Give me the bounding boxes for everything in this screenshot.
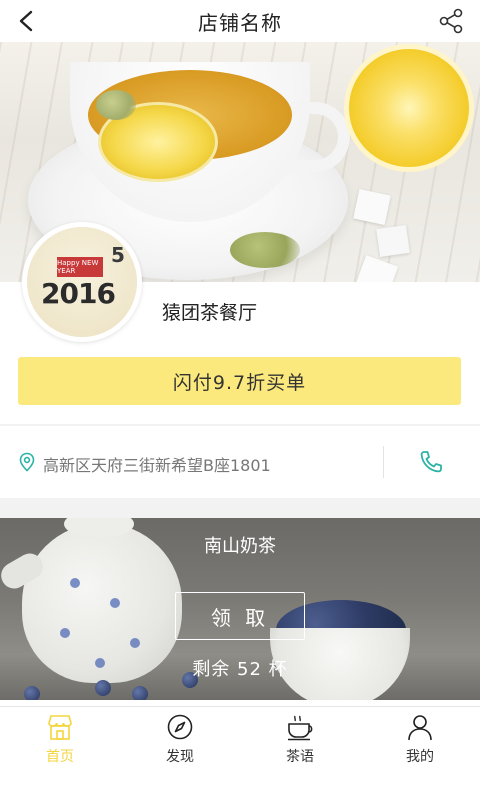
page-title: 店铺名称 [198, 10, 282, 35]
tab-home[interactable]: 首页 [0, 708, 120, 768]
promo-title: 南山奶茶 [204, 536, 276, 557]
person-icon [408, 715, 432, 741]
tab-mine[interactable]: 我的 [360, 708, 480, 768]
avatar-five: 5 [111, 243, 125, 267]
tab-label: 首页 [46, 749, 74, 765]
tab-label: 茶语 [286, 749, 314, 765]
vertical-divider [383, 446, 384, 478]
remaining-count: 剩余 52 杯 [192, 659, 288, 680]
call-button[interactable] [412, 444, 450, 480]
top-bar: 店铺名称 [0, 0, 480, 42]
shop-avatar: Happy NEW YEAR 2016 5 [22, 222, 142, 342]
tab-label: 发现 [166, 749, 194, 765]
back-button[interactable] [10, 4, 44, 38]
teacup-icon [288, 715, 313, 741]
phone-icon [420, 451, 442, 473]
tab-label: 我的 [406, 749, 434, 765]
share-icon [439, 8, 463, 34]
claim-button[interactable]: 领 取 [175, 592, 305, 640]
tab-discover[interactable]: 发现 [120, 708, 240, 768]
avatar-year: 2016 [41, 277, 116, 310]
chevron-left-icon [19, 10, 33, 32]
storefront-icon [48, 715, 72, 740]
compass-icon [167, 714, 193, 740]
location-pin-icon [19, 452, 35, 472]
share-button[interactable] [434, 4, 468, 38]
avatar-ribbon: Happy NEW YEAR [57, 257, 103, 277]
shop-name: 猿团茶餐厅 [162, 302, 258, 324]
quick-pay-button[interactable]: 闪付9.7折买单 [18, 357, 461, 405]
address-text: 高新区天府三街新希望B座1801 [43, 456, 271, 475]
section-gap [0, 498, 480, 518]
tab-tea-talk[interactable]: 茶语 [240, 708, 360, 768]
